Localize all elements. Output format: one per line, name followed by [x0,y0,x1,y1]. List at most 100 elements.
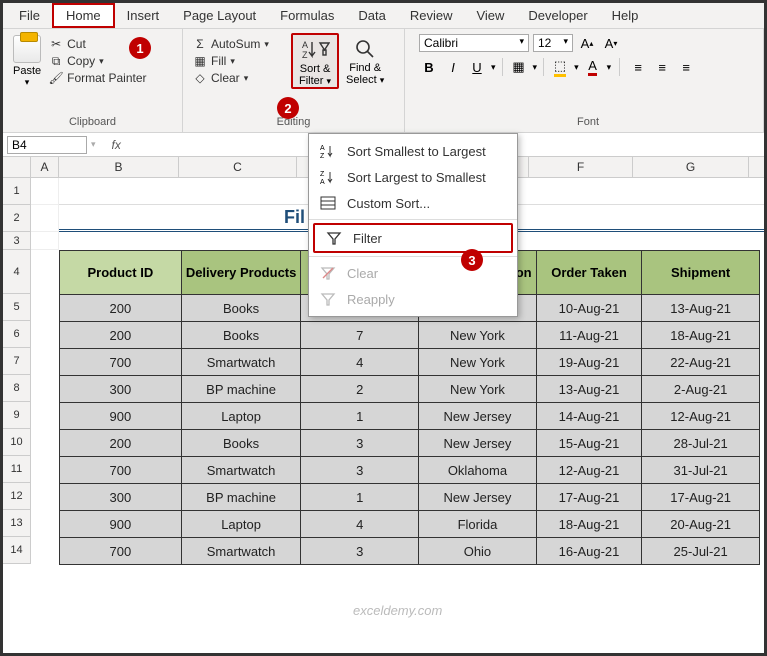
table-cell[interactable]: Smartwatch [181,538,301,565]
table-cell[interactable]: 4 [301,349,419,376]
table-cell[interactable]: Smartwatch [181,349,301,376]
table-cell[interactable]: 700 [60,457,182,484]
table-cell[interactable]: 700 [60,349,182,376]
dd-sort-largest[interactable]: ZASort Largest to Smallest [309,164,517,190]
col-header-a[interactable]: A [31,157,59,177]
th-product-id[interactable]: Product ID [60,251,182,295]
col-header-b[interactable]: B [59,157,179,177]
row-header[interactable]: 5 [3,294,31,321]
table-cell[interactable]: 17-Aug-21 [536,484,642,511]
table-cell[interactable]: 11-Aug-21 [536,322,642,349]
table-cell[interactable]: 2-Aug-21 [642,376,760,403]
th-order-taken[interactable]: Order Taken [536,251,642,295]
table-cell[interactable]: Laptop [181,403,301,430]
row-header[interactable]: 12 [3,483,31,510]
table-cell[interactable]: Laptop [181,511,301,538]
find-select-button[interactable]: Find & Select ▾ [339,33,391,87]
row-header[interactable]: 9 [3,402,31,429]
table-cell[interactable]: Smartwatch [181,457,301,484]
menu-data[interactable]: Data [346,5,397,26]
col-header-c[interactable]: C [179,157,297,177]
col-header-g[interactable]: G [633,157,749,177]
menu-view[interactable]: View [464,5,516,26]
table-cell[interactable]: New York [419,376,537,403]
increase-font-icon[interactable]: A▴ [577,33,597,53]
table-cell[interactable]: 16-Aug-21 [536,538,642,565]
align-left-icon[interactable]: ≡ [628,57,648,77]
table-cell[interactable]: Books [181,430,301,457]
table-cell[interactable]: 18-Aug-21 [536,511,642,538]
paste-button[interactable]: Paste ▾ [9,33,45,88]
font-size-select[interactable]: 12 ▾ [533,34,573,52]
table-cell[interactable]: 13-Aug-21 [536,376,642,403]
align-right-icon[interactable]: ≡ [676,57,696,77]
row-header[interactable]: 4 [3,250,31,294]
table-cell[interactable]: 1 [301,484,419,511]
fill-color-button[interactable]: ⬚ [550,57,570,77]
menu-review[interactable]: Review [398,5,465,26]
table-cell[interactable]: 700 [60,538,182,565]
dd-filter[interactable]: Filter [313,223,513,253]
border-button[interactable]: ▦ [509,57,529,77]
table-cell[interactable]: Ohio [419,538,537,565]
table-cell[interactable]: 20-Aug-21 [642,511,760,538]
row-header[interactable]: 13 [3,510,31,537]
table-cell[interactable]: 200 [60,322,182,349]
italic-button[interactable]: I [443,57,463,77]
table-cell[interactable]: New York [419,349,537,376]
autosum-button[interactable]: ΣAutoSum▾ [193,37,289,51]
table-cell[interactable]: 17-Aug-21 [642,484,760,511]
table-cell[interactable]: 2 [301,376,419,403]
menu-insert[interactable]: Insert [115,5,172,26]
table-cell[interactable]: Oklahoma [419,457,537,484]
table-cell[interactable]: 300 [60,484,182,511]
table-cell[interactable]: 1 [301,403,419,430]
fill-button[interactable]: ▦Fill▾ [193,54,289,68]
align-center-icon[interactable]: ≡ [652,57,672,77]
row-header[interactable]: 3 [3,232,31,250]
row-header[interactable]: 14 [3,537,31,564]
menu-developer[interactable]: Developer [516,5,599,26]
table-cell[interactable]: New Jersey [419,403,537,430]
table-cell[interactable]: New Jersey [419,430,537,457]
underline-button[interactable]: U [467,57,487,77]
menu-page-layout[interactable]: Page Layout [171,5,268,26]
row-header[interactable]: 11 [3,456,31,483]
row-header[interactable]: 6 [3,321,31,348]
table-cell[interactable]: New Jersey [419,484,537,511]
decrease-font-icon[interactable]: A▾ [601,33,621,53]
format-painter-button[interactable]: 🖌Format Painter [49,71,146,85]
dd-custom-sort[interactable]: Custom Sort... [309,190,517,216]
menu-file[interactable]: File [7,5,52,26]
select-all-corner[interactable] [3,157,31,177]
name-box[interactable] [7,136,87,154]
table-cell[interactable]: 900 [60,511,182,538]
table-cell[interactable]: 4 [301,511,419,538]
table-cell[interactable]: 7 [301,322,419,349]
col-header-f[interactable]: F [529,157,633,177]
th-shipment[interactable]: Shipment [642,251,760,295]
table-cell[interactable]: BP machine [181,376,301,403]
table-cell[interactable]: 3 [301,430,419,457]
table-cell[interactable]: 12-Aug-21 [642,403,760,430]
menu-formulas[interactable]: Formulas [268,5,346,26]
table-cell[interactable]: New York [419,322,537,349]
table-cell[interactable]: 14-Aug-21 [536,403,642,430]
menu-home[interactable]: Home [52,3,115,28]
row-header[interactable]: 1 [3,178,31,205]
table-cell[interactable]: 900 [60,403,182,430]
table-cell[interactable]: Florida [419,511,537,538]
row-header[interactable]: 2 [3,205,31,232]
table-cell[interactable]: 31-Jul-21 [642,457,760,484]
clear-button[interactable]: ◇Clear▾ [193,71,289,85]
table-cell[interactable]: 13-Aug-21 [642,295,760,322]
bold-button[interactable]: B [419,57,439,77]
sort-filter-button[interactable]: AZ Sort & Filter ▾ [291,33,339,89]
table-cell[interactable]: 200 [60,295,182,322]
table-cell[interactable]: Books [181,322,301,349]
table-cell[interactable]: 22-Aug-21 [642,349,760,376]
table-cell[interactable]: 19-Aug-21 [536,349,642,376]
row-header[interactable]: 7 [3,348,31,375]
row-header[interactable]: 10 [3,429,31,456]
table-cell[interactable]: 18-Aug-21 [642,322,760,349]
